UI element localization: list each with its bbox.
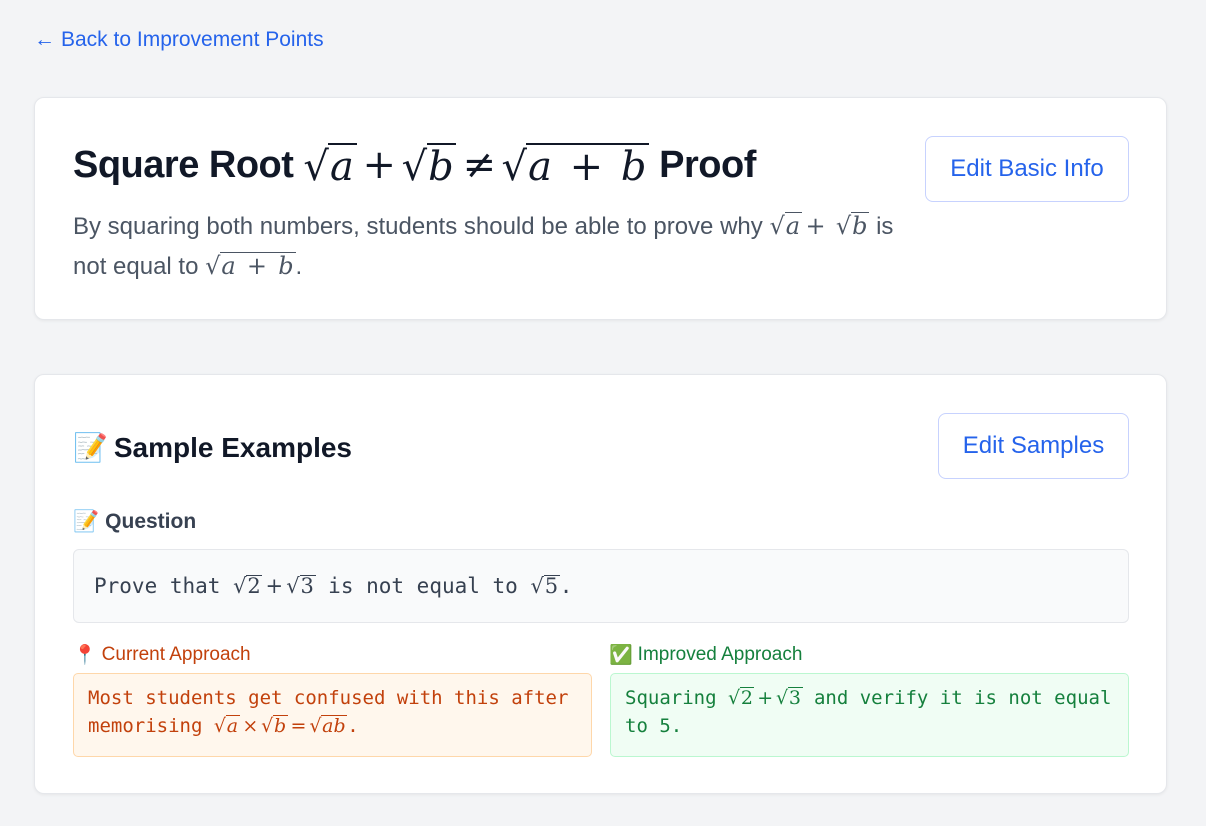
basic-info-card: Square Root √ a + √ b ≠ √ a + b Proof By sq… (34, 97, 1167, 320)
memo-icon: 📝 (73, 509, 100, 533)
pin-icon: 📍 (73, 644, 97, 666)
check-icon: ✅ (609, 644, 633, 666)
title-formula: √ a + √ b ≠ √ a + b (303, 142, 650, 188)
arrow-left-icon: ← (34, 28, 55, 51)
edit-samples-button[interactable]: Edit Samples (938, 413, 1129, 479)
sample-examples-card: 📝 Sample Examples Edit Samples 📝 Questio… (34, 374, 1167, 794)
edit-basic-info-button[interactable]: Edit Basic Info (925, 136, 1129, 202)
back-link-label: Back to Improvement Points (61, 28, 324, 51)
current-approach-label: 📍 Current Approach (73, 643, 251, 667)
section-title: 📝 Sample Examples (73, 431, 352, 464)
description: By squaring both numbers, students shoul… (73, 212, 894, 280)
back-link[interactable]: ← Back to Improvement Points (34, 28, 324, 52)
page-title: Square Root √ a + √ b ≠ √ a + b Proof (73, 142, 756, 188)
memo-icon: 📝 (73, 431, 108, 464)
improved-approach-label: ✅ Improved Approach (609, 643, 803, 667)
current-approach-box: Most students get confused with this aft… (73, 673, 592, 757)
title-suffix: Proof (659, 143, 756, 186)
question-label: 📝 Question (73, 509, 197, 533)
title-prefix: Square Root (73, 143, 294, 186)
improved-approach-box: Squaring √ 2 + √ 3 and verify it is not equa… (610, 673, 1129, 757)
question-box: Prove that √ 2 + √ 3 is not equal to √ 5. (73, 549, 1129, 623)
